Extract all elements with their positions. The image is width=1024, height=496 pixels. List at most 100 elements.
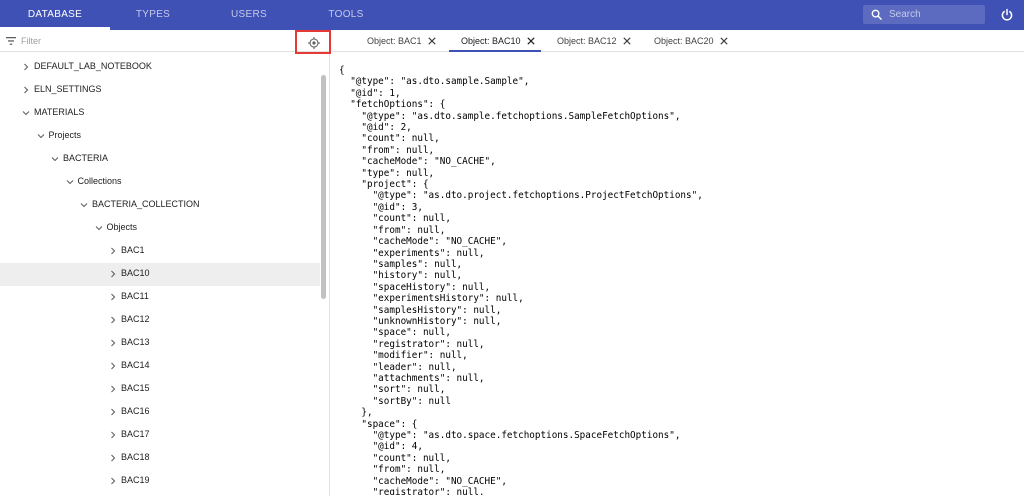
power-icon[interactable] [1000,8,1014,22]
json-line: "space": { [339,418,418,430]
tree-node-label: BAC13 [121,337,150,347]
filter-input[interactable] [21,34,281,48]
json-line: "count": null, [339,213,451,225]
chevron-down-icon[interactable] [66,178,74,186]
tab-object-bac20[interactable]: Object: BAC20 [654,30,728,52]
json-line: "@id": 1, [339,87,401,99]
json-line: "unknownHistory": null, [339,315,502,327]
tab-active-indicator [449,50,541,52]
tree-node[interactable]: BAC10 [0,263,320,286]
chevron-right-icon[interactable] [109,477,117,485]
chevron-right-icon[interactable] [22,86,30,94]
tree-node-label: BACTERIA_COLLECTION [92,199,200,209]
close-icon[interactable] [622,37,631,45]
json-line: "spaceHistory": null, [339,281,491,293]
close-icon[interactable] [427,37,436,45]
chevron-right-icon[interactable] [109,247,117,255]
json-line: "@id": 3, [339,201,423,213]
json-line: "sortBy": null [339,395,451,407]
nav-tab-types[interactable]: TYPES [110,0,196,30]
tree-node[interactable]: BACTERIA [0,148,320,171]
chevron-down-icon[interactable] [80,201,88,209]
tree-node-label: MATERIALS [34,107,85,117]
tab-label: Object: BAC20 [654,36,714,46]
json-line: { [339,65,345,76]
chevron-right-icon[interactable] [22,63,30,71]
chevron-down-icon[interactable] [22,109,30,117]
json-line: "@id": 2, [339,122,412,134]
tree-node-label: BAC14 [121,360,150,370]
json-line: "project": { [339,179,429,191]
tree-node[interactable]: ELN_SETTINGS [0,79,320,102]
chevron-right-icon[interactable] [109,408,117,416]
tree-node[interactable]: BAC15 [0,378,320,401]
close-icon[interactable] [526,37,535,45]
chevron-right-icon[interactable] [109,385,117,393]
chevron-down-icon[interactable] [37,132,45,140]
tree-node[interactable]: BAC18 [0,447,320,470]
tree-node-label: BAC19 [121,475,150,485]
nav-tab-tools[interactable]: TOOLS [302,0,390,30]
tree-node-label: BAC17 [121,429,150,439]
locate-button[interactable] [295,30,331,54]
search-box[interactable] [863,5,985,24]
search-input[interactable] [889,7,981,22]
tree-node-label: BACTERIA [63,153,109,163]
json-line: "fetchOptions": { [339,99,446,111]
tree-node[interactable]: BAC17 [0,424,320,447]
json-line: "@id": 4, [339,441,423,453]
tree-node-label: DEFAULT_LAB_NOTEBOOK [34,61,152,71]
json-line: "@type": "as.dto.sample.fetchoptions.Sam… [339,110,681,122]
tree-node[interactable]: BAC11 [0,286,320,309]
json-line: "cacheMode": "NO_CACHE", [339,475,507,487]
nav-tab-users[interactable]: USERS [196,0,302,30]
tree-node[interactable]: BAC14 [0,355,320,378]
tree-node-label: Collections [77,176,122,186]
chevron-right-icon[interactable] [109,362,117,370]
nav-tab-database[interactable]: DATABASE [0,0,110,30]
json-line: "experimentsHistory": null, [339,293,524,305]
tree-node[interactable]: BAC19 [0,470,320,493]
json-line: "count": null, [339,452,451,464]
content-panel: Object: BAC1 Object: BAC10 Object: BAC12… [331,30,1024,496]
search-icon [871,9,882,20]
tree-node[interactable]: DEFAULT_LAB_NOTEBOOK [0,56,320,79]
tree-node[interactable]: BAC1 [0,240,320,263]
chevron-right-icon[interactable] [109,431,117,439]
chevron-right-icon[interactable] [109,316,117,324]
tree-node[interactable]: MATERIALS [0,102,320,125]
json-line: "@type": "as.dto.space.fetchoptions.Spac… [339,430,681,441]
tree-node-label: BAC16 [121,406,150,416]
tree-node[interactable]: Collections [0,171,320,194]
close-icon[interactable] [719,37,728,45]
chevron-down-icon[interactable] [95,224,103,232]
tree-node[interactable]: BACTERIA_COLLECTION [0,194,320,217]
tree-node[interactable]: Objects [0,217,320,240]
chevron-right-icon[interactable] [109,293,117,301]
tab-object-bac10[interactable]: Object: BAC10 [461,30,535,52]
tree-node[interactable]: Projects [0,125,320,148]
tree-node-label: BAC10 [121,268,150,278]
sidebar: DEFAULT_LAB_NOTEBOOK ELN_SETTINGS MATERIAL… [0,30,331,496]
chevron-down-icon[interactable] [51,155,59,163]
tree-node[interactable]: BAC16 [0,401,320,424]
tree-node-label: ELN_SETTINGS [34,84,102,94]
json-line: "from": null, [339,224,446,236]
filter-icon [6,37,16,45]
top-nav-bar: DATABASE TYPES USERS TOOLS [0,0,1024,30]
tab-label: Object: BAC12 [557,36,617,46]
filter-row [0,30,329,52]
chevron-right-icon[interactable] [109,270,117,278]
tab-object-bac1[interactable]: Object: BAC1 [367,30,436,52]
tree-node-label: BAC12 [121,314,150,324]
chevron-right-icon[interactable] [109,339,117,347]
tree-node[interactable]: BAC12 [0,309,320,332]
tree-node[interactable]: BAC13 [0,332,320,355]
json-line: "from": null, [339,464,446,476]
json-line: "samples": null, [339,258,463,270]
chevron-right-icon[interactable] [109,454,117,462]
sidebar-scrollbar[interactable] [321,75,326,299]
tab-object-bac12[interactable]: Object: BAC12 [557,30,631,52]
json-line: "experiments": null, [339,247,485,259]
tree-node-label: BAC11 [121,291,149,301]
